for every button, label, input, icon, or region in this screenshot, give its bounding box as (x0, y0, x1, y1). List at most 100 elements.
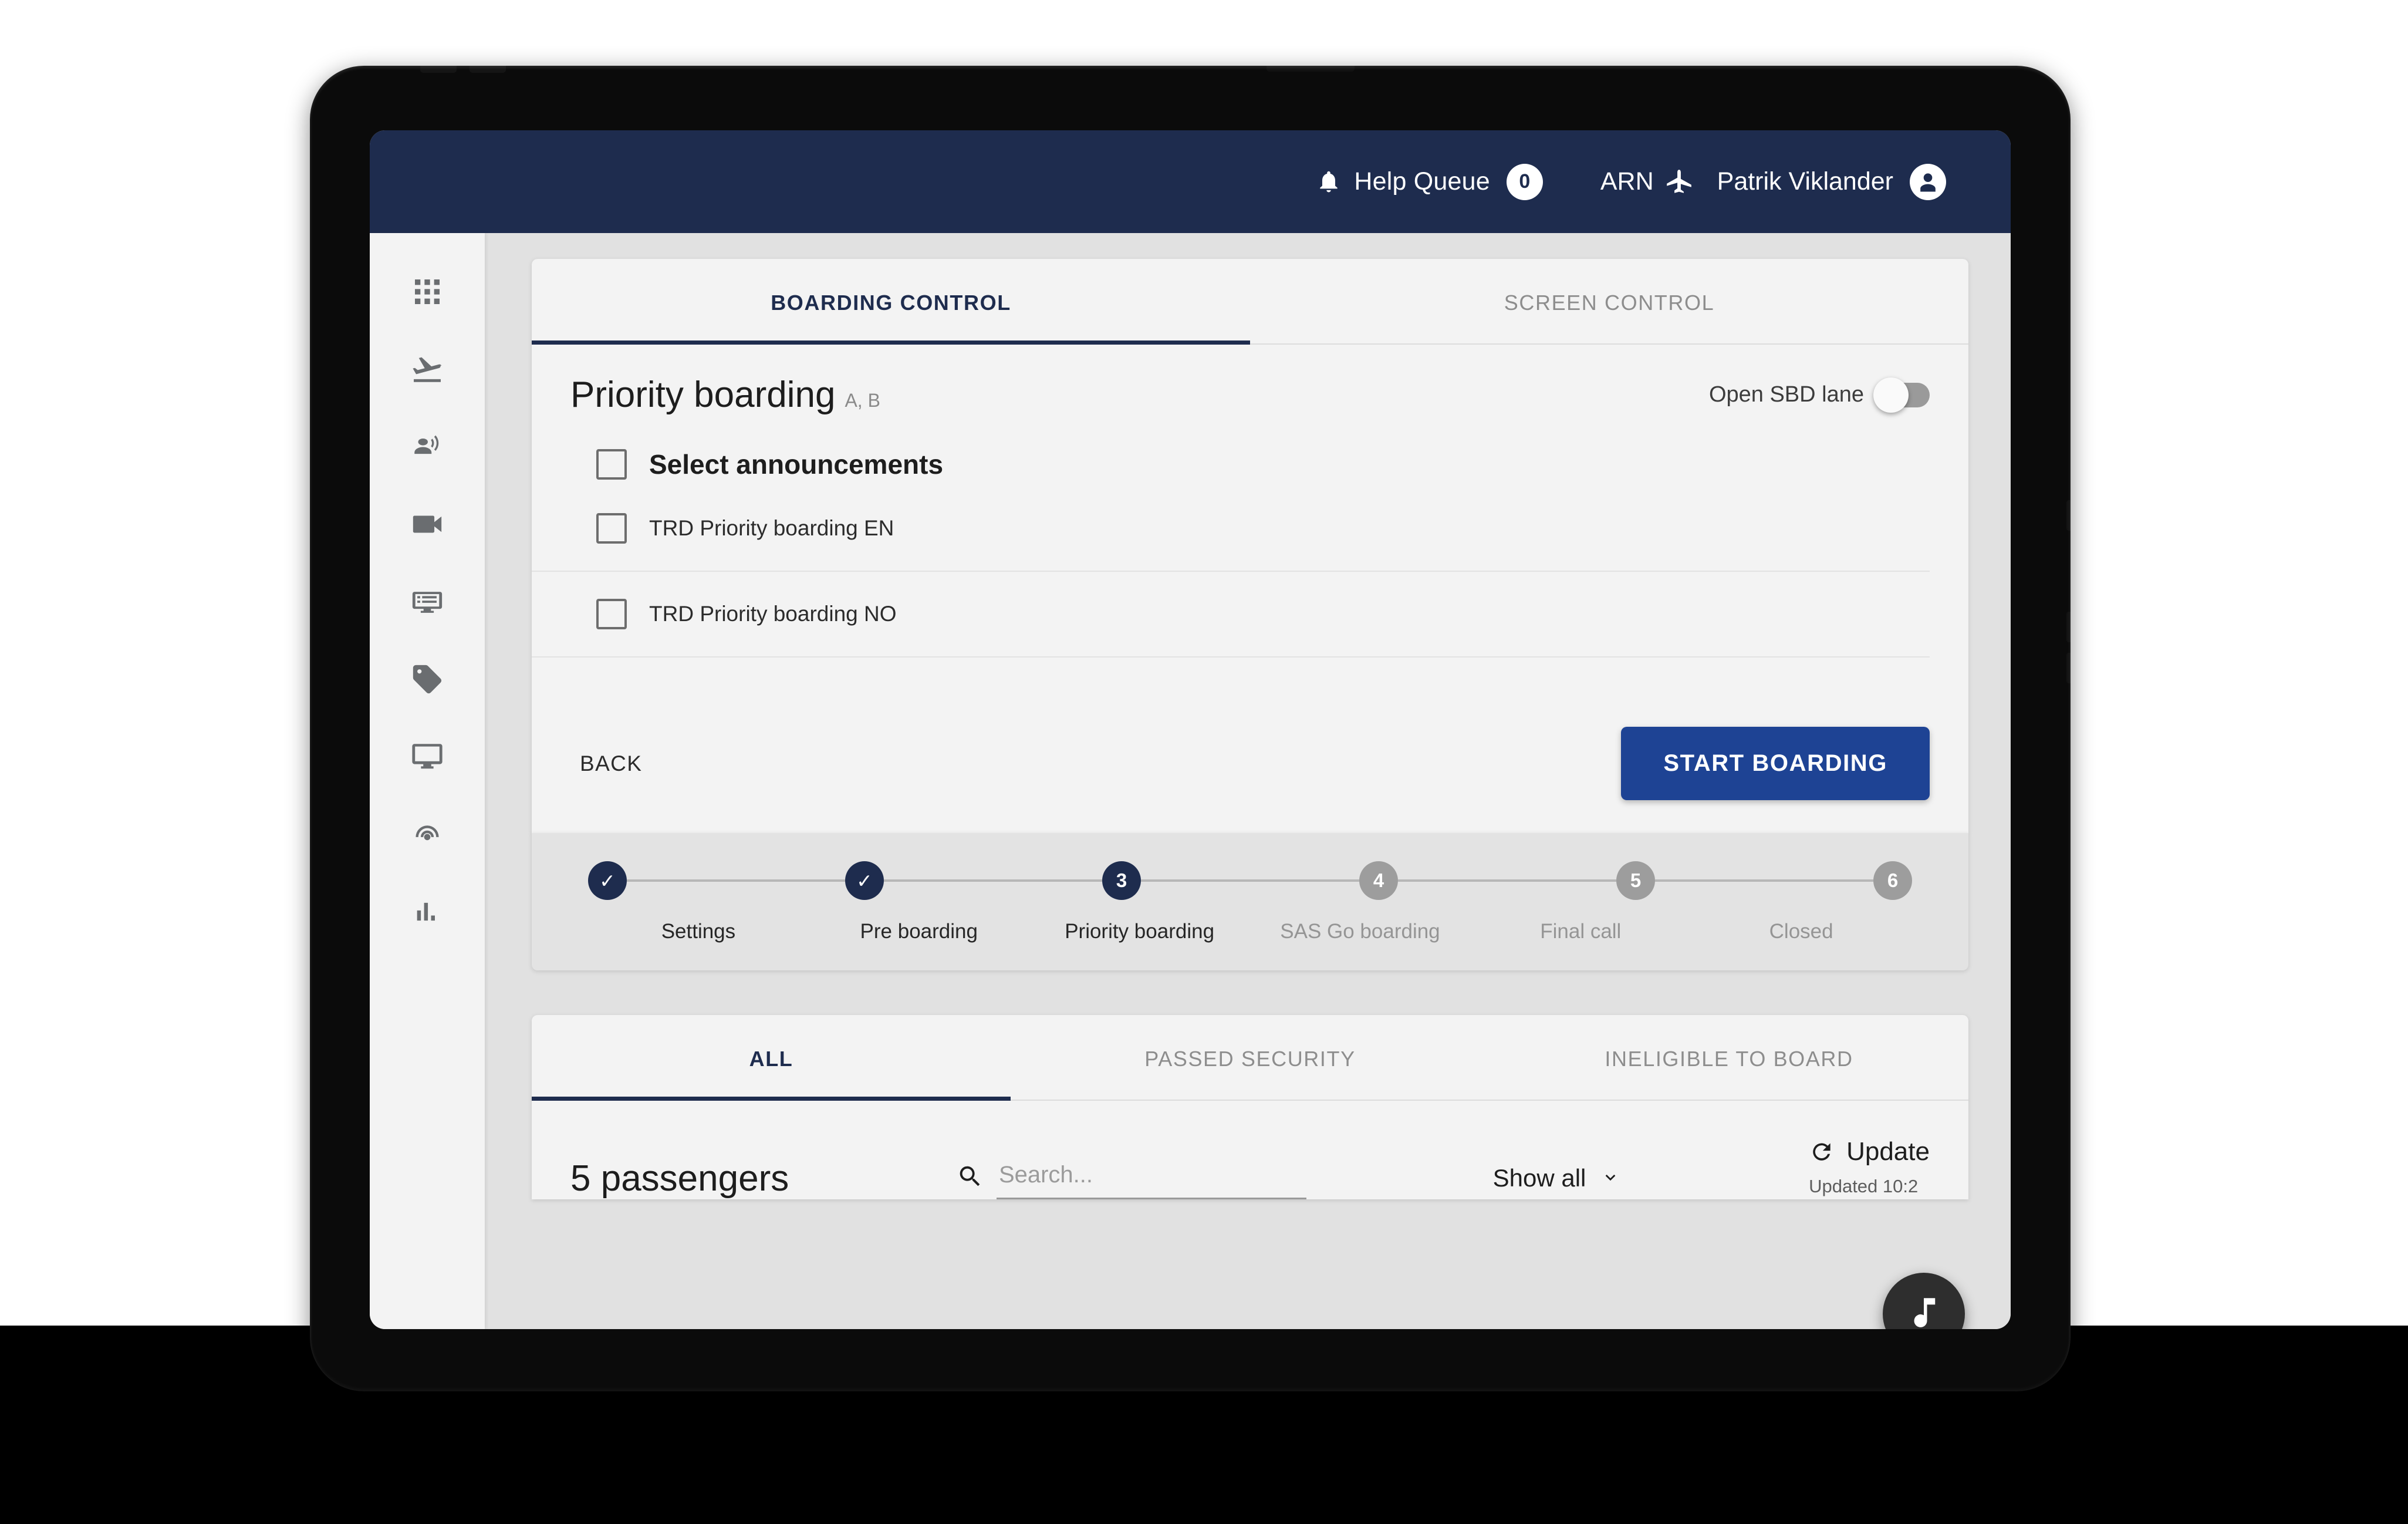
sidebar-item-apps[interactable] (398, 264, 457, 322)
search-box[interactable] (957, 1158, 1306, 1199)
show-all-label: Show all (1492, 1164, 1586, 1192)
refresh-icon (1809, 1139, 1835, 1165)
sidebar-item-flights[interactable] (398, 341, 457, 400)
step-circle-pre-boarding[interactable]: ✓ (845, 861, 884, 900)
stepper-circles: ✓ ✓ 3 4 5 6 (588, 861, 1912, 900)
tab-passed-security[interactable]: PASSED SECURITY (1011, 1015, 1490, 1100)
tablet-screen: Help Queue 0 ARN Patrik Viklander BOARDI… (370, 130, 2011, 1329)
search-icon (957, 1163, 984, 1190)
content-area: BOARDING CONTROL SCREEN CONTROL Priority… (485, 233, 2011, 1329)
step-connector-1 (627, 879, 845, 882)
stepper-labels: Settings Pre boarding Priority boarding … (588, 920, 1912, 943)
page-title: Priority boarding A, B (570, 374, 880, 416)
side-button-1[interactable] (2066, 500, 2071, 531)
select-announcements-row[interactable]: Select announcements (532, 431, 1968, 486)
step-label-priority-boarding: Priority boarding (1065, 920, 1215, 943)
subtitles-screen-icon (410, 585, 444, 622)
announcement-row-en[interactable]: TRD Priority boarding EN (532, 486, 1930, 572)
sidebar-item-video[interactable] (398, 496, 457, 555)
station-code: ARN (1600, 167, 1654, 195)
help-queue-group[interactable]: Help Queue 0 (1316, 163, 1543, 200)
passenger-tabs: ALL PASSED SECURITY INELIGIBLE TO BOARD (532, 1015, 1968, 1101)
sidebar-item-announcements[interactable] (398, 419, 457, 477)
user-group[interactable]: Patrik Viklander (1694, 163, 1946, 200)
user-name: Patrik Viklander (1717, 167, 1893, 195)
announcement-person-icon (410, 430, 444, 467)
station-group[interactable]: ARN (1543, 167, 1694, 197)
user-avatar-icon[interactable] (1910, 163, 1946, 200)
sidebar-item-messages[interactable] (398, 574, 457, 632)
help-queue-label: Help Queue (1354, 167, 1490, 195)
step-circle-sas-go-boarding[interactable]: 4 (1359, 861, 1398, 900)
volume-up-button[interactable] (420, 66, 457, 73)
airplane-icon (1664, 167, 1694, 197)
sidebar-rail (370, 233, 485, 1329)
show-all-dropdown[interactable]: Show all (1493, 1164, 1623, 1192)
select-announcements-label: Select announcements (649, 449, 944, 480)
flight-takeoff-icon (410, 352, 444, 389)
step-circle-final-call[interactable]: 5 (1616, 861, 1655, 900)
sbd-lane-label: Open SBD lane (1708, 382, 1864, 407)
tab-screen-control[interactable]: SCREEN CONTROL (1250, 259, 1968, 343)
announcement-label-no: TRD Priority boarding NO (649, 602, 897, 626)
step-circle-settings[interactable]: ✓ (588, 861, 627, 900)
step-circle-closed[interactable]: 6 (1873, 861, 1912, 900)
step-label-settings: Settings (661, 920, 736, 943)
update-group[interactable]: Update Updated 10:2 (1809, 1137, 1930, 1197)
tag-icon (410, 662, 444, 699)
music-note-icon (1904, 1293, 1943, 1330)
main-tabs: BOARDING CONTROL SCREEN CONTROL (532, 259, 1968, 345)
active-tab-indicator (532, 340, 1250, 345)
announcement-row-no[interactable]: TRD Priority boarding NO (532, 572, 1930, 658)
start-boarding-button[interactable]: START BOARDING (1621, 727, 1930, 800)
chevron-down-icon (1599, 1166, 1622, 1190)
select-all-checkbox[interactable] (596, 449, 627, 480)
step-label-pre-boarding: Pre boarding (860, 920, 978, 943)
step-label-sas-go-boarding: SAS Go boarding (1280, 920, 1440, 943)
tab-boarding-control[interactable]: BOARDING CONTROL (532, 259, 1250, 343)
update-button[interactable]: Update (1809, 1137, 1930, 1166)
step-connector-2 (884, 879, 1102, 882)
bar-chart-icon (412, 896, 443, 930)
step-connector-5 (1655, 879, 1873, 882)
apps-grid-icon (411, 275, 444, 311)
bell-icon (1316, 168, 1341, 195)
announcement-checkbox-en[interactable] (596, 513, 627, 544)
tablet-device: Help Queue 0 ARN Patrik Viklander BOARDI… (310, 66, 2071, 1391)
step-connector-4 (1398, 879, 1616, 882)
updated-timestamp: Updated 10:2 (1809, 1176, 1919, 1196)
passengers-toolbar: 5 passengers Show all (532, 1101, 1968, 1199)
side-button-3[interactable] (2066, 653, 2071, 683)
step-circle-priority-boarding[interactable]: 3 (1102, 861, 1141, 900)
volume-down-button[interactable] (470, 66, 506, 73)
active-passenger-tab-indicator (532, 1097, 1011, 1101)
power-button[interactable] (1267, 66, 1355, 72)
passenger-count: 5 passengers (570, 1158, 789, 1199)
step-label-closed: Closed (1769, 920, 1833, 943)
boarding-header: Priority boarding A, B Open SBD lane (532, 345, 1968, 431)
boarding-stepper: ✓ ✓ 3 4 5 6 Settings Pre boarding Priori… (532, 833, 1968, 970)
help-queue-count-badge: 0 (1506, 163, 1543, 200)
sbd-lane-toggle[interactable] (1873, 377, 1930, 413)
wifi-tethering-icon (410, 817, 444, 854)
sbd-lane-control[interactable]: Open SBD lane (1708, 377, 1930, 413)
monitor-icon (410, 740, 444, 777)
boarding-control-card: BOARDING CONTROL SCREEN CONTROL Priority… (532, 259, 1968, 833)
side-button-2[interactable] (2066, 612, 2071, 642)
boarding-actions: BACK START BOARDING (532, 727, 1968, 833)
sidebar-item-tags[interactable] (398, 651, 457, 710)
audio-fab-button[interactable] (1883, 1273, 1965, 1329)
sidebar-item-screens[interactable] (398, 729, 457, 787)
search-input[interactable] (996, 1158, 1306, 1199)
sidebar-item-statistics[interactable] (398, 884, 457, 942)
page-title-zones: A, B (845, 390, 880, 411)
app-header: Help Queue 0 ARN Patrik Viklander (370, 130, 2011, 233)
back-button[interactable]: BACK (570, 739, 651, 789)
tab-ineligible-to-board[interactable]: INELIGIBLE TO BOARD (1490, 1015, 1968, 1100)
video-camera-icon (410, 507, 444, 544)
announcement-label-en: TRD Priority boarding EN (649, 516, 894, 540)
sidebar-item-broadcast[interactable] (398, 806, 457, 865)
tab-all[interactable]: ALL (532, 1015, 1011, 1100)
announcement-checkbox-no[interactable] (596, 599, 627, 629)
